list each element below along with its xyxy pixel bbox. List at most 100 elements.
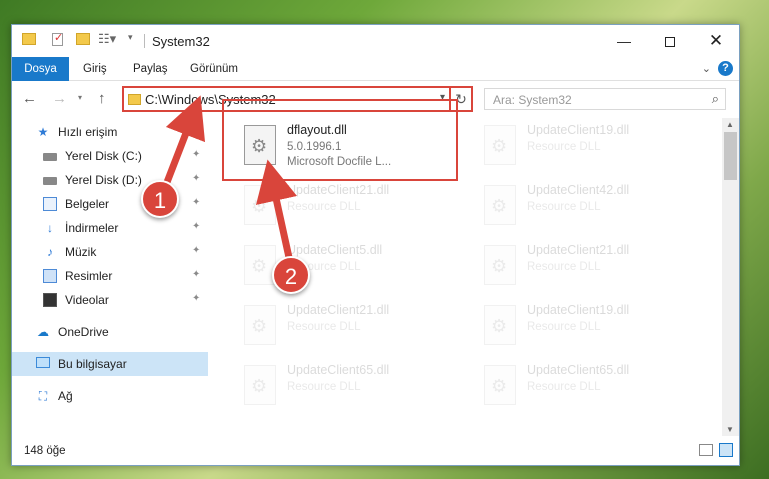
pin-icon[interactable]: ✦ xyxy=(192,149,200,160)
large-icons-view-icon[interactable] xyxy=(719,443,733,457)
file-item[interactable]: UpdateClient19.dll Resource DLL xyxy=(454,300,694,358)
help-icon[interactable]: ? xyxy=(718,61,733,76)
explorer-window: ☷▾ ▾ System32 — ✕ Dosya Giriş Paylaş Gör… xyxy=(11,24,740,466)
file-version: Resource DLL xyxy=(527,141,601,153)
forward-button[interactable]: → xyxy=(52,90,67,107)
videos-icon xyxy=(43,293,57,307)
music-icon: ♪ xyxy=(47,245,53,259)
navigation-pane: ★ Hızlı erişim Yerel Disk (C:) ✦ Yerel D… xyxy=(12,118,208,436)
dll-file-icon xyxy=(484,185,516,225)
file-item[interactable]: UpdateClient21.dll Resource DLL xyxy=(454,240,694,298)
sidebar-item-music[interactable]: ♪ Müzik ✦ xyxy=(12,240,208,264)
tab-share[interactable]: Paylaş xyxy=(133,57,168,81)
file-name: UpdateClient65.dll xyxy=(527,363,630,377)
maximize-button[interactable] xyxy=(647,25,693,57)
sidebar-item-local-disk-c[interactable]: Yerel Disk (C:) ✦ xyxy=(12,144,208,168)
recent-locations-button[interactable]: ▾ xyxy=(78,93,82,102)
sidebar-item-videos[interactable]: Videolar ✦ xyxy=(12,288,208,312)
sidebar-item-local-disk-d[interactable]: Yerel Disk (D:) ✦ xyxy=(12,168,208,192)
details-view-icon[interactable] xyxy=(699,444,713,456)
sidebar-item-label: İndirmeler xyxy=(65,221,119,235)
title-separator xyxy=(144,34,145,48)
file-name: UpdateClient19.dll xyxy=(527,303,630,317)
dll-file-icon xyxy=(484,245,516,285)
file-item[interactable]: UpdateClient5.dll Resource DLL xyxy=(214,240,454,298)
maximize-icon xyxy=(665,37,675,48)
sidebar-item-label: Müzik xyxy=(65,245,97,259)
folder-icon xyxy=(128,94,141,105)
sidebar-item-pictures[interactable]: Resimler ✦ xyxy=(12,264,208,288)
pictures-icon xyxy=(43,269,57,283)
step-1-badge: 1 xyxy=(141,180,179,218)
tab-view[interactable]: Görünüm xyxy=(190,57,238,81)
drive-icon xyxy=(43,153,57,161)
sidebar-item-label: Videolar xyxy=(65,293,109,307)
pin-icon[interactable]: ✦ xyxy=(192,269,200,280)
file-version: Resource DLL xyxy=(527,261,601,273)
dll-file-icon xyxy=(484,365,516,405)
vertical-scrollbar[interactable]: ▲ ▼ xyxy=(722,118,739,436)
window-title: System32 xyxy=(152,34,210,49)
pin-icon[interactable]: ✦ xyxy=(192,173,200,184)
file-item[interactable]: UpdateClient21.dll Resource DLL xyxy=(214,300,454,358)
file-name: UpdateClient19.dll xyxy=(527,123,630,137)
dll-file-icon xyxy=(244,305,276,345)
sidebar-item-label: Bu bilgisayar xyxy=(58,357,127,371)
dll-file-icon xyxy=(484,305,516,345)
search-placeholder: Ara: System32 xyxy=(493,93,572,107)
file-item[interactable]: UpdateClient21.dll Resource DLL xyxy=(214,180,454,238)
sidebar-item-onedrive[interactable]: ☁ OneDrive xyxy=(12,320,208,344)
file-item[interactable]: UpdateClient19.dll Resource DLL xyxy=(454,120,694,178)
drive-icon xyxy=(43,177,57,185)
minimize-button[interactable]: — xyxy=(601,25,647,57)
sidebar-item-label: Hızlı erişim xyxy=(58,125,118,139)
sidebar-item-quick-access[interactable]: ★ Hızlı erişim xyxy=(12,120,208,144)
sidebar-item-label: OneDrive xyxy=(58,325,109,339)
sidebar-item-this-pc[interactable]: Bu bilgisayar xyxy=(12,352,208,376)
up-button[interactable]: ↑ xyxy=(98,90,106,107)
network-icon: ⛶ xyxy=(38,389,48,403)
dll-file-icon xyxy=(244,245,276,285)
search-input[interactable]: Ara: System32 ⌕ xyxy=(484,88,726,110)
pin-icon[interactable]: ✦ xyxy=(192,293,200,304)
scroll-up-icon[interactable]: ▲ xyxy=(726,120,734,129)
pin-icon[interactable]: ✦ xyxy=(192,221,200,232)
scroll-down-icon[interactable]: ▼ xyxy=(726,425,734,434)
file-item[interactable]: UpdateClient42.dll Resource DLL xyxy=(454,180,694,238)
pin-icon[interactable]: ✦ xyxy=(192,245,200,256)
view-options-icon[interactable]: ☷▾ xyxy=(98,31,116,47)
dll-file-icon xyxy=(484,125,516,165)
file-name: UpdateClient21.dll xyxy=(287,303,390,317)
file-version: Resource DLL xyxy=(527,201,601,213)
file-name: UpdateClient5.dll xyxy=(287,243,383,257)
new-folder-icon[interactable] xyxy=(76,33,90,45)
file-name: UpdateClient21.dll xyxy=(527,243,630,257)
file-name: UpdateClient42.dll xyxy=(527,183,630,197)
scroll-thumb[interactable] xyxy=(724,132,737,180)
file-name: UpdateClient21.dll xyxy=(287,183,390,197)
sidebar-item-downloads[interactable]: ↓ İndirmeler ✦ xyxy=(12,216,208,240)
sidebar-item-label: Resimler xyxy=(65,269,113,283)
dll-file-icon xyxy=(244,185,276,225)
download-icon: ↓ xyxy=(47,221,53,235)
file-item[interactable]: UpdateClient65.dll Resource DLL xyxy=(214,360,454,418)
customize-toolbar-icon[interactable]: ▾ xyxy=(128,32,133,43)
documents-icon xyxy=(43,197,57,211)
file-name: UpdateClient65.dll xyxy=(287,363,390,377)
tab-file[interactable]: Dosya xyxy=(12,57,69,81)
folder-icon xyxy=(22,33,36,45)
sidebar-item-network[interactable]: ⛶ Ağ xyxy=(12,384,208,408)
sidebar-item-label: Belgeler xyxy=(65,197,110,211)
properties-icon[interactable] xyxy=(52,31,63,46)
back-button[interactable]: ← xyxy=(22,90,37,107)
cloud-icon: ☁ xyxy=(37,325,49,339)
ribbon-tabs: Dosya Giriş Paylaş Görünüm ⌄ ? xyxy=(12,57,739,81)
dll-file-icon xyxy=(244,365,276,405)
sidebar-item-label: Yerel Disk (D:) xyxy=(65,173,142,187)
ribbon-expand-icon[interactable]: ⌄ xyxy=(702,62,711,75)
file-item[interactable]: UpdateClient65.dll Resource DLL xyxy=(454,360,694,418)
pin-icon[interactable]: ✦ xyxy=(192,197,200,208)
close-button[interactable]: ✕ xyxy=(693,25,739,57)
title-bar: ☷▾ ▾ System32 — ✕ xyxy=(12,25,739,57)
tab-home[interactable]: Giriş xyxy=(83,57,107,81)
